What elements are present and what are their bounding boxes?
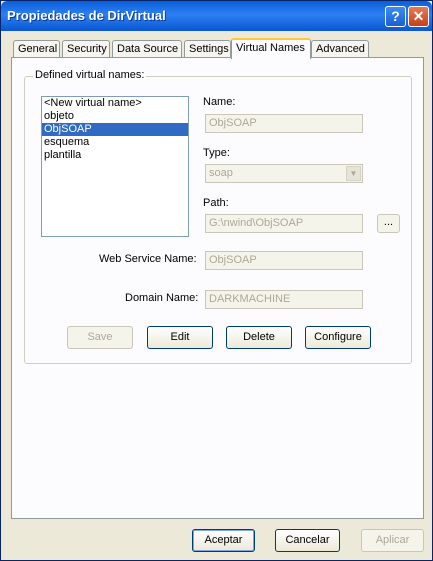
list-item-esquema[interactable]: esquema <box>42 136 188 149</box>
chevron-down-icon[interactable]: ▼ <box>346 166 361 181</box>
tab-settings[interactable]: Settings <box>184 40 231 57</box>
tab-data-source[interactable]: Data Source <box>112 40 182 57</box>
type-label: Type: <box>203 147 230 159</box>
close-button[interactable]: ✕ <box>408 6 429 27</box>
save-button[interactable]: Save <box>67 326 133 349</box>
apply-button[interactable]: Aplicar <box>361 529 424 552</box>
type-select[interactable]: soap ▼ <box>205 164 363 183</box>
name-label: Name: <box>203 96 236 108</box>
defined-virtual-names-group: Defined virtual names: <New virtual name… <box>24 69 412 364</box>
virtual-names-panel: Defined virtual names: <New virtual name… <box>11 57 424 519</box>
tab-advanced[interactable]: Advanced <box>311 40 369 57</box>
virtual-names-list[interactable]: <New virtual name> objeto ObjSOAP esquem… <box>41 96 189 237</box>
list-item-objsoap[interactable]: ObjSOAP <box>42 123 188 136</box>
path-label: Path: <box>203 197 229 209</box>
name-field[interactable]: ObjSOAP <box>205 114 363 133</box>
tab-general[interactable]: General <box>13 40 60 57</box>
edit-button[interactable]: Edit <box>147 326 213 349</box>
cancel-button[interactable]: Cancelar <box>275 529 340 552</box>
type-select-value: soap <box>209 167 233 179</box>
window-title: Propiedades de DirVirtual <box>7 8 166 23</box>
list-item-plantilla[interactable]: plantilla <box>42 149 188 162</box>
domain-name-label: Domain Name: <box>125 292 199 304</box>
title-bar[interactable]: Propiedades de DirVirtual ? ✕ <box>1 1 432 31</box>
tab-security[interactable]: Security <box>62 40 110 57</box>
tab-virtual-names[interactable]: Virtual Names <box>231 38 311 59</box>
browse-button[interactable]: ... <box>377 214 400 233</box>
help-button[interactable]: ? <box>385 6 406 27</box>
group-label: Defined virtual names: <box>33 69 147 81</box>
list-item-objeto[interactable]: objeto <box>42 110 188 123</box>
accept-button[interactable]: Aceptar <box>192 529 255 552</box>
domain-name-field[interactable]: DARKMACHINE <box>205 290 363 309</box>
web-service-name-label: Web Service Name: <box>99 253 197 265</box>
list-item-new[interactable]: <New virtual name> <box>42 97 188 110</box>
path-field[interactable]: G:\nwind\ObjSOAP <box>205 214 363 233</box>
web-service-name-field[interactable]: ObjSOAP <box>205 251 363 270</box>
delete-button[interactable]: Delete <box>226 326 292 349</box>
configure-button[interactable]: Configure <box>305 326 371 349</box>
properties-dialog: Propiedades de DirVirtual ? ✕ General Se… <box>0 0 433 561</box>
